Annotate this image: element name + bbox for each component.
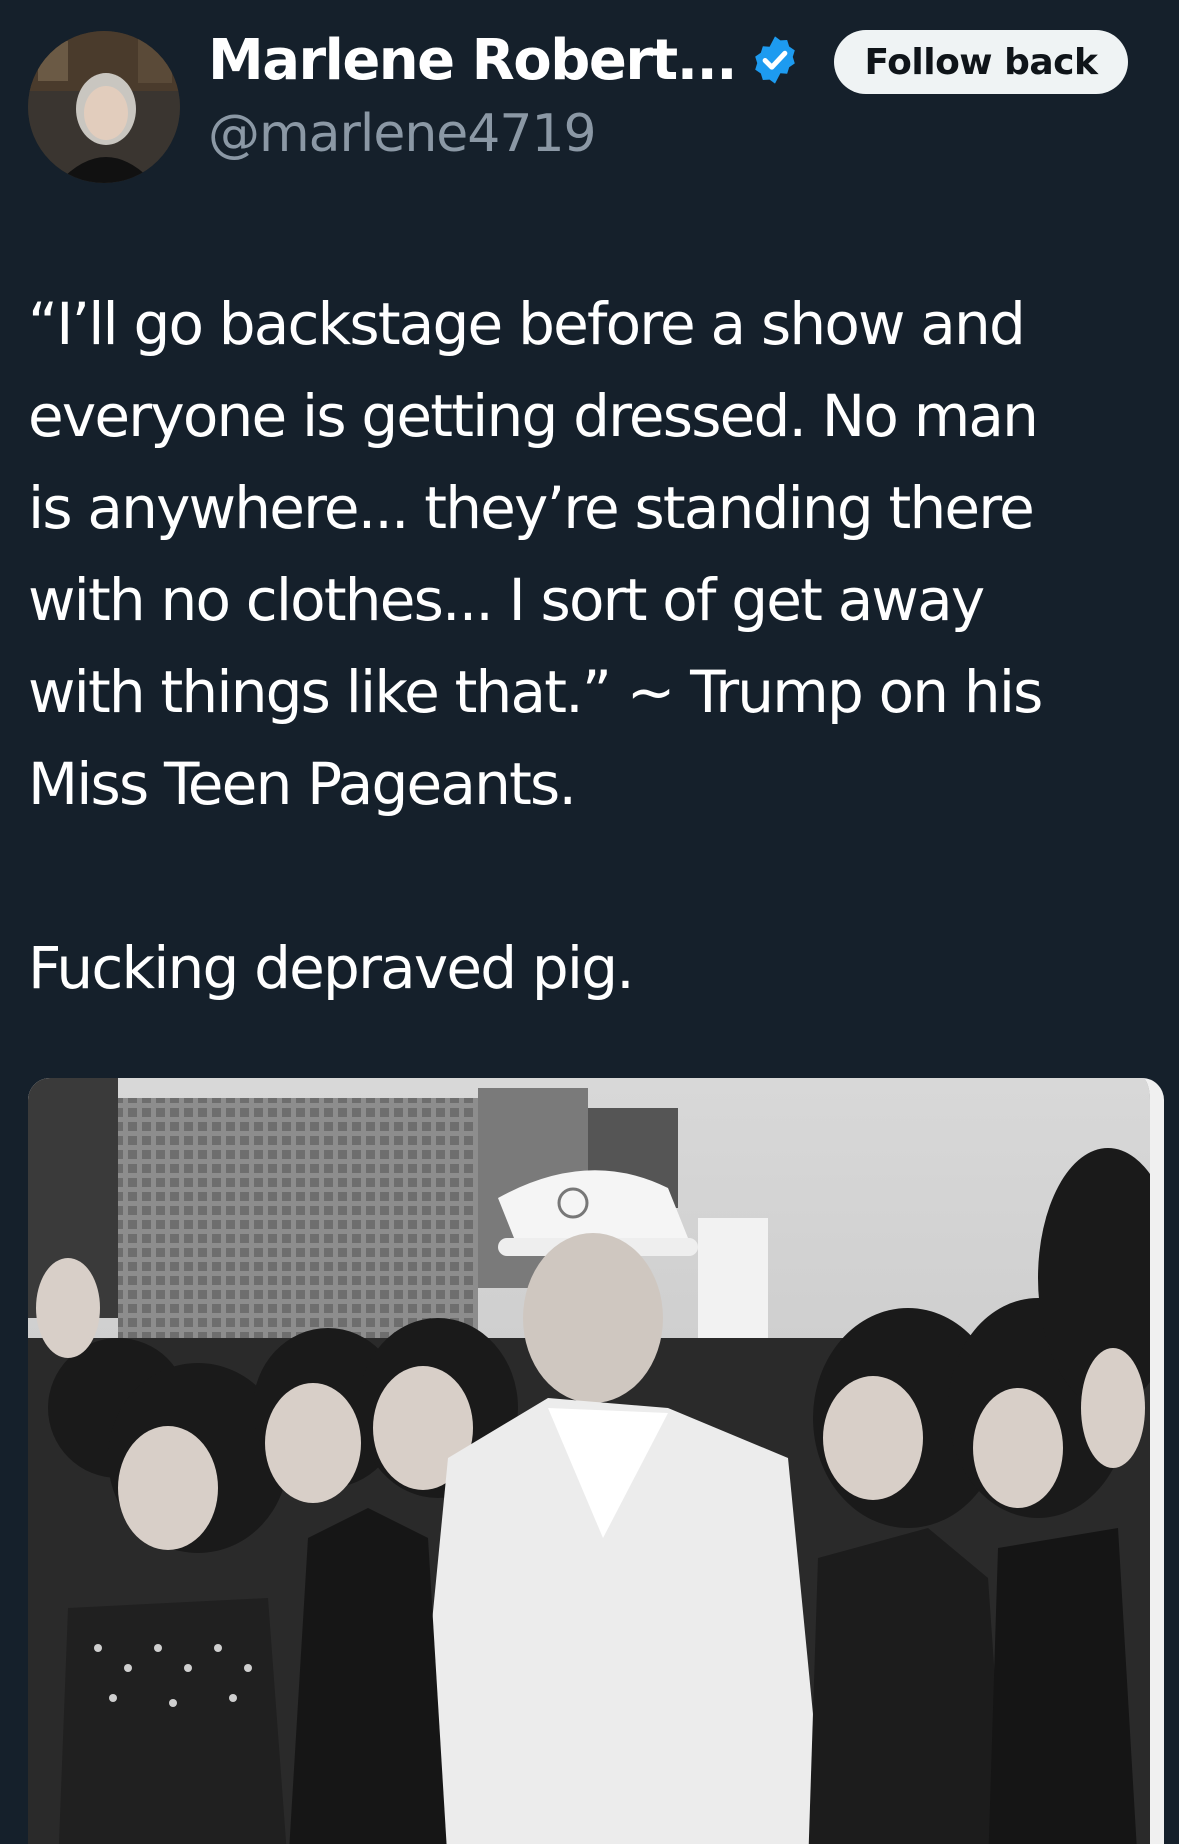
tweet-media-photo[interactable]	[28, 1078, 1164, 1844]
tweet-text-line: with things like that.” ~ Trump on his	[28, 658, 1043, 726]
author-handle[interactable]: @marlene4719	[208, 104, 597, 164]
group-photo-image	[28, 1078, 1150, 1844]
verified-badge-icon	[755, 36, 795, 84]
author-avatar[interactable]	[28, 31, 180, 183]
tweet-text-line: Miss Teen Pageants.	[28, 750, 577, 818]
tweet-text: “I’ll go backstage before a show and eve…	[28, 278, 1158, 1014]
tweet-text-line: with no clothes... I sort of get away	[28, 566, 985, 634]
avatar-photo	[28, 31, 180, 183]
display-name[interactable]: Marlene Robert...	[208, 28, 738, 93]
tweet-text-line: “I’ll go backstage before a show and	[28, 290, 1026, 358]
tweet-card: Marlene Robert... @marlene4719 Follow ba…	[0, 0, 1179, 1844]
tweet-text-line: is anywhere... they’re standing there	[28, 474, 1035, 542]
author-name-row: Marlene Robert...	[208, 28, 802, 93]
tweet-text-line: everyone is getting dressed. No man	[28, 382, 1039, 450]
follow-back-button[interactable]: Follow back	[834, 30, 1128, 94]
tweet-text-final-line: Fucking depraved pig.	[28, 934, 635, 1002]
